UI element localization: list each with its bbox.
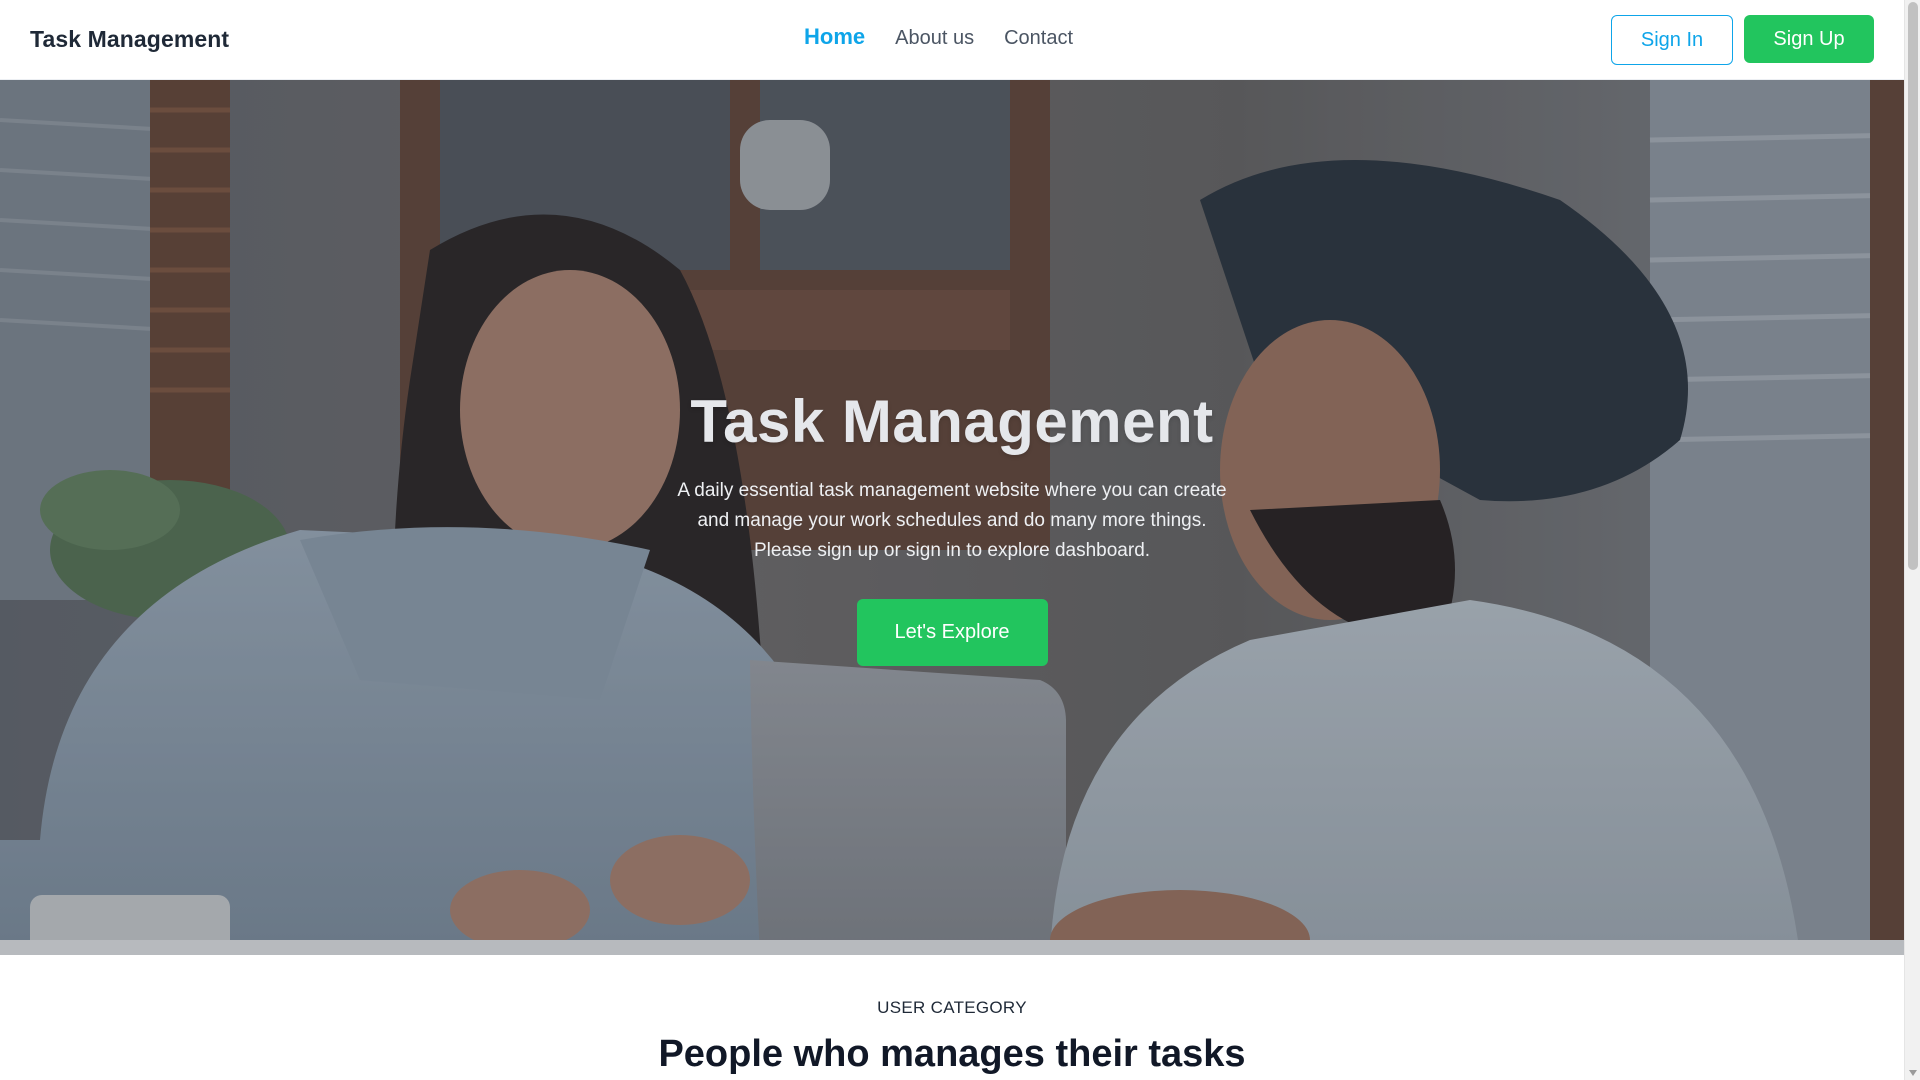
brand-logo-text[interactable]: Task Management: [30, 26, 229, 53]
hero-content: Task Management A daily essential task m…: [672, 387, 1232, 666]
sign-in-button[interactable]: Sign In: [1611, 15, 1733, 65]
nav-link-home[interactable]: Home: [804, 24, 865, 50]
section-eyebrow: USER CATEGORY: [877, 998, 1027, 1017]
nav-link-about-us[interactable]: About us: [895, 27, 974, 50]
page-scrollbar[interactable]: [1904, 0, 1920, 1080]
hero-section: Task Management A daily essential task m…: [0, 80, 1904, 955]
scrollbar-thumb[interactable]: [1908, 2, 1918, 570]
section-title: People who manages their tasks: [658, 1033, 1246, 1075]
user-category-section: USER CATEGORY People who manages their t…: [0, 955, 1904, 1080]
scroll-down-arrow-icon[interactable]: [1909, 1070, 1917, 1076]
nav-links: Home About us Contact: [804, 24, 1073, 50]
nav-link-contact[interactable]: Contact: [1004, 27, 1073, 50]
hero-description: A daily essential task management websit…: [677, 480, 1227, 561]
sign-up-button[interactable]: Sign Up: [1744, 15, 1874, 63]
lets-explore-button[interactable]: Let's Explore: [856, 599, 1048, 666]
page: Task Management Home About us Contact Si…: [0, 0, 1920, 1080]
hero-title: Task Management: [690, 388, 1214, 455]
auth-actions: Sign In Sign Up: [1611, 15, 1874, 65]
top-navbar: Task Management Home About us Contact Si…: [0, 0, 1904, 80]
